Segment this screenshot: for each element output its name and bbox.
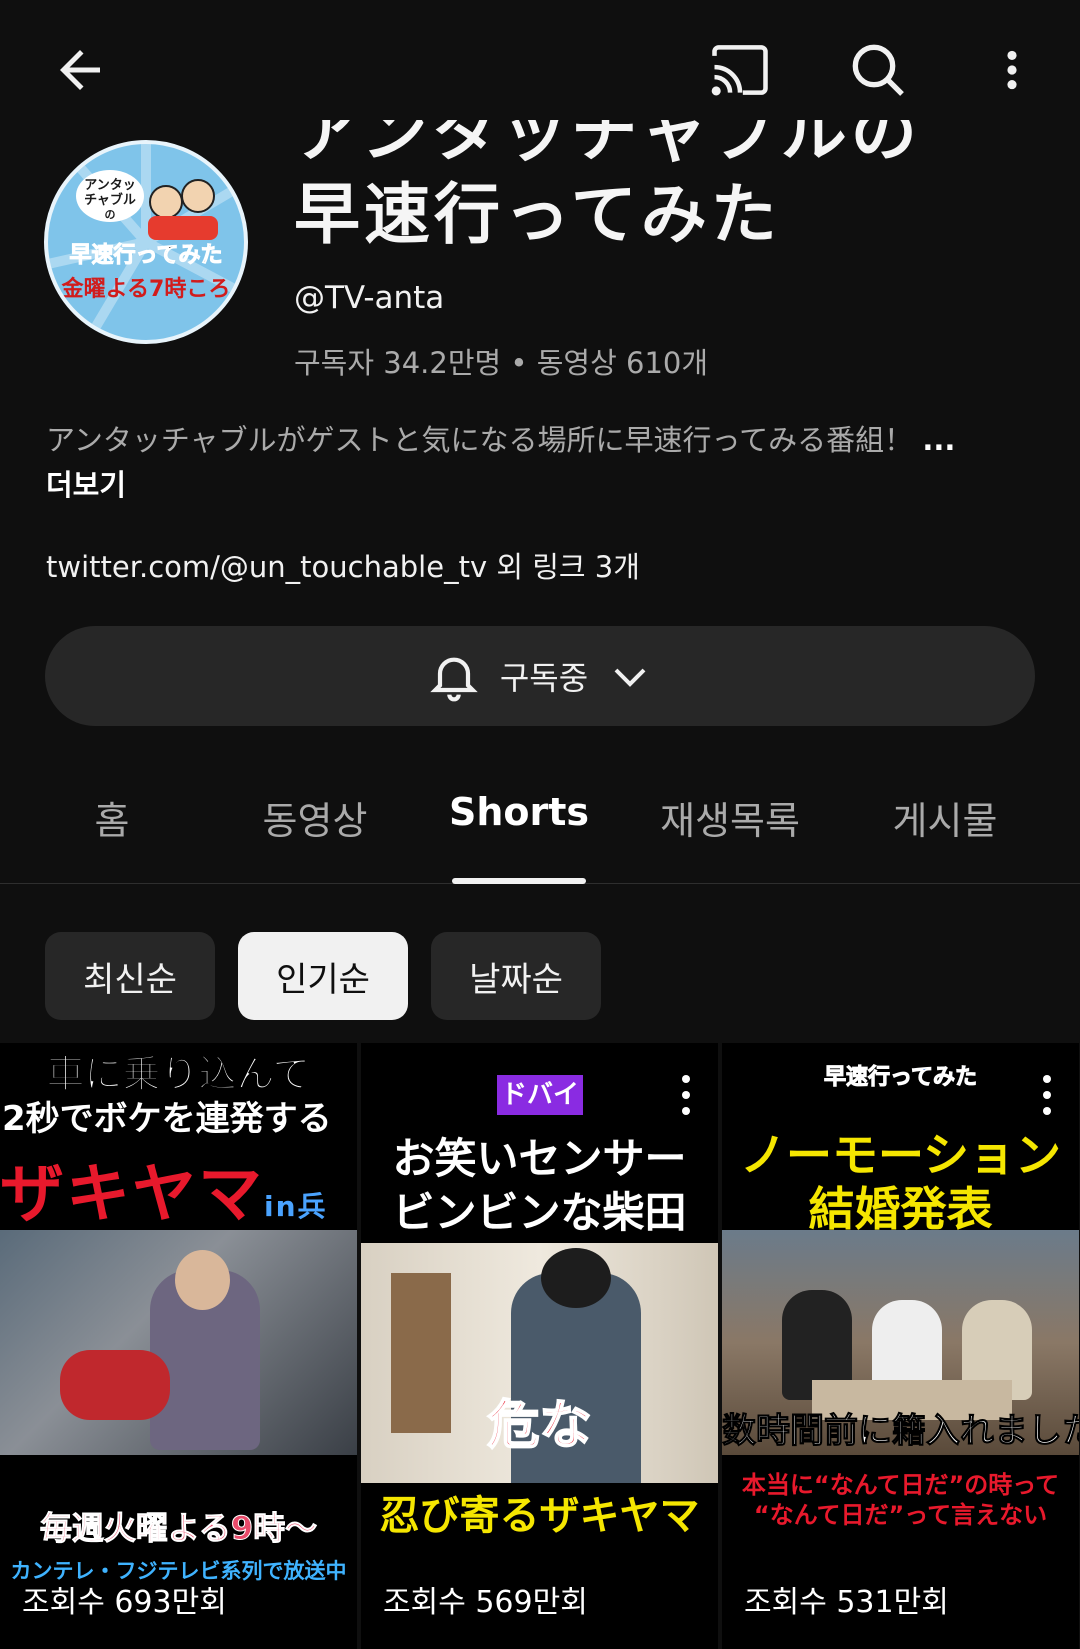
more-vert-icon (1007, 50, 1017, 90)
channel-avatar[interactable]: アンタッ チャブル の 早速行ってみた 金曜よる7時ころ (44, 140, 248, 344)
channel-title: アンタッチャブルの 早速行ってみた (294, 120, 1054, 265)
channel-links[interactable]: twitter.com/@un_touchable_tv 외 링크 3개 (46, 544, 640, 586)
tab-home[interactable]: 홈 (82, 790, 142, 845)
arrow-left-icon (60, 50, 100, 90)
short-caption: ビンビンな柴田 (392, 1188, 687, 1237)
short-thumbnail-photo (0, 1230, 357, 1455)
channel-stats: 구독자 34.2만명 • 동영상 610개 (294, 346, 709, 380)
short-caption: 毎週火曜よる9時〜 (39, 1509, 318, 1548)
tab-playlists[interactable]: 재생목록 (650, 790, 810, 845)
channel-description[interactable]: アンタッチャブルがゲストと気になる場所に早速行ってみる番組！ ...더보기 (46, 418, 966, 508)
svg-text:早速行ってみた: 早速行ってみた (70, 242, 223, 268)
short-caption: “なんて日だ”って言えない (753, 1501, 1048, 1529)
chip-popular[interactable]: 인기순 (238, 932, 408, 1020)
description-text: アンタッチャブルがゲストと気になる場所に早速行ってみる番組！ (46, 423, 914, 457)
chevron-down-icon (614, 668, 646, 687)
search-button[interactable] (838, 30, 918, 110)
svg-text:金曜よる7時ころ: 金曜よる7時ころ (61, 276, 231, 302)
short-caption: 危な (486, 1395, 592, 1457)
channel-tabs: 홈 동영상 Shorts 재생목록 게시물 (0, 760, 1080, 884)
top-app-bar (0, 0, 1080, 140)
short-caption: 2秒でボケを連発する (2, 1099, 332, 1139)
channel-handle: @TV-anta (294, 280, 445, 316)
short-badge: ドバイ (497, 1075, 583, 1115)
short-caption: 車に乗り込んで (46, 1052, 311, 1097)
short-logo: 早速行ってみた (824, 1065, 978, 1091)
cast-button[interactable] (700, 30, 780, 110)
channel-header: アンタッ チャブル の 早速行ってみた 金曜よる7時ころ アンタッチャブルの 早… (0, 120, 1080, 390)
more-vert-icon[interactable] (676, 1073, 696, 1117)
short-views: 조회수 569만회 (383, 1585, 588, 1620)
chip-oldest[interactable]: 날짜순 (431, 932, 601, 1020)
sort-chips: 최신순 인기순 날짜순 (45, 932, 601, 1020)
short-views: 조회수 531만회 (744, 1585, 949, 1620)
short-card[interactable]: ドバイ お笑いセンサー ビンビンな柴田 危な 忍び寄るザキヤマ 조회수 569만… (361, 1043, 718, 1649)
svg-text:アンタッ: アンタッ (84, 178, 135, 193)
more-options-button[interactable] (972, 30, 1052, 110)
channel-title-line-2: 早速行ってみた (294, 176, 781, 253)
svg-text:チャブル: チャブル (84, 192, 136, 208)
chip-latest[interactable]: 최신순 (45, 932, 215, 1020)
bell-icon (430, 657, 478, 702)
short-caption: 数時間前に籍入れました。 (722, 1411, 1079, 1452)
short-card[interactable]: 車に乗り込んで 2秒でボケを連発する ザキヤマin兵庫 毎週火曜よる9時〜 カン… (0, 1043, 357, 1649)
svg-text:の: の (105, 208, 116, 221)
back-button[interactable] (40, 30, 120, 110)
short-views: 조회수 693만회 (22, 1585, 227, 1620)
active-tab-indicator (452, 878, 586, 884)
more-vert-icon[interactable] (1037, 1073, 1057, 1117)
shorts-grid: 車に乗り込んで 2秒でボケを連発する ザキヤマin兵庫 毎週火曜よる9時〜 カン… (0, 1043, 1080, 1649)
tab-shorts[interactable]: Shorts (444, 790, 594, 834)
tab-videos[interactable]: 동영상 (250, 790, 380, 845)
channel-title-line-1: アンタッチャブルの (294, 120, 921, 171)
cast-icon (711, 45, 768, 96)
subscribed-label: 구독중 (499, 659, 589, 697)
search-icon (852, 44, 904, 96)
short-caption: 忍び寄るザキヤマ (379, 1493, 700, 1539)
short-card[interactable]: 早速行ってみた ノーモーション 結婚発表 数時間前に籍入れました。 本当に“なん… (722, 1043, 1079, 1649)
tab-posts[interactable]: 게시물 (880, 790, 1010, 845)
subscribed-button[interactable]: 구독중 (45, 626, 1035, 726)
short-caption: お笑いセンサー (392, 1134, 687, 1183)
